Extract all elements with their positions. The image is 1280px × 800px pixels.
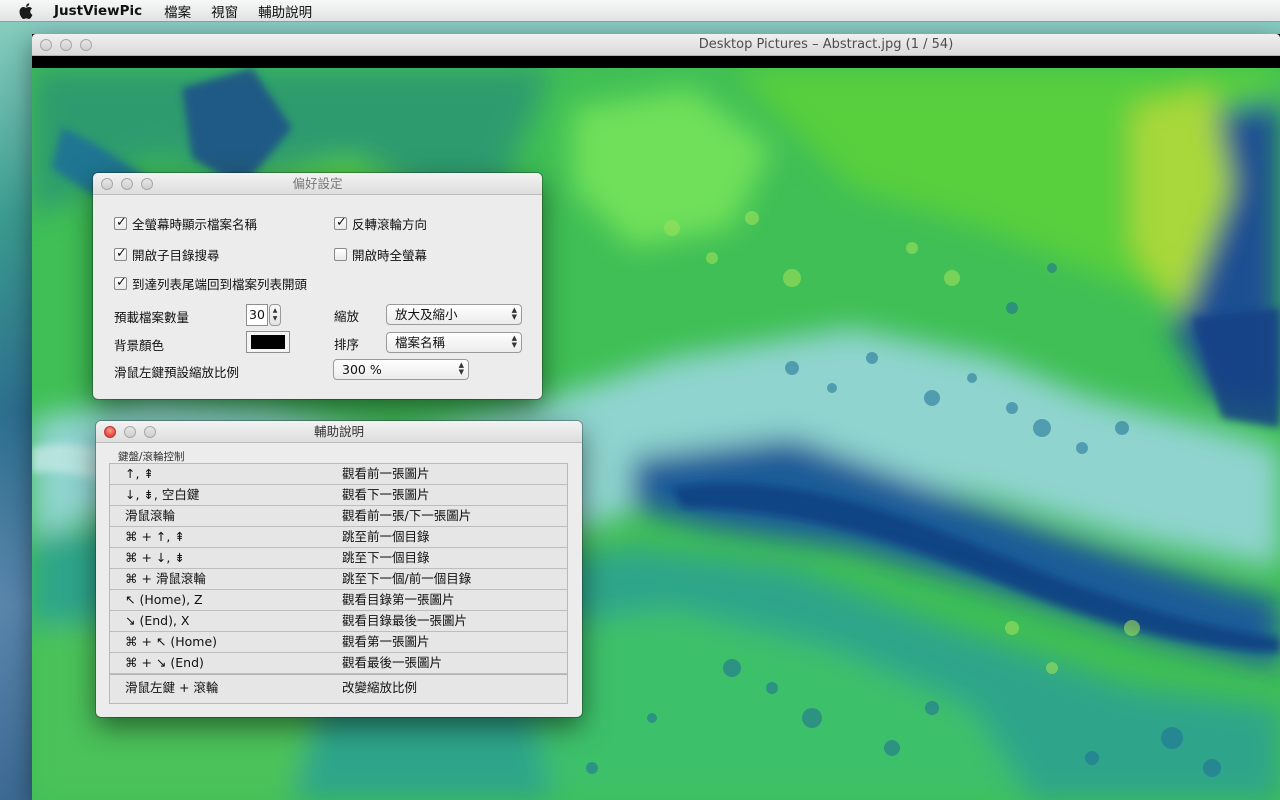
table-row: ↘ (End), X 觀看目錄最後一張圖片	[110, 611, 567, 632]
menu-app-name[interactable]: JustViewPic	[54, 3, 142, 19]
help-title: 輔助說明	[313, 424, 364, 439]
preferences-title: 偏好設定	[292, 176, 343, 191]
popup-arrows-icon: ▲ ▼	[511, 334, 517, 349]
background-color-well[interactable]	[246, 331, 290, 353]
checkbox-box[interactable]: ✓	[114, 246, 127, 261]
stepper-up-icon[interactable]: ▲	[273, 307, 278, 315]
checkbox-show-filename-fullscreen[interactable]: ✓ 全螢幕時顯示檔案名稱	[114, 214, 257, 233]
shortcut-desc: 改變縮放比例	[342, 680, 418, 695]
checkbox-box[interactable]: ✓	[334, 215, 347, 230]
table-row: ⌘ + ↑, ⇞ 跳至前一個目錄	[110, 527, 567, 548]
table-row: ⌘ + ↓, ⇟ 跳至下一個目錄	[110, 548, 567, 569]
shortcut-desc: 跳至下一個目錄	[342, 550, 430, 565]
viewer-title: Desktop Pictures – Abstract.jpg (1 / 54)	[698, 37, 954, 52]
menu-bar: JustViewPic 檔案 視窗 輔助說明	[0, 0, 1280, 22]
popup-arrows-icon: ▲ ▼	[511, 306, 517, 321]
checkbox-wrap-list[interactable]: ✓ 到達列表尾端回到檔案列表開頭	[114, 274, 307, 293]
shortcut-desc: 跳至前一個目錄	[342, 529, 430, 544]
checkbox-label: 全螢幕時顯示檔案名稱	[132, 217, 258, 232]
sort-popup[interactable]: 檔案名稱 ▲ ▼	[386, 332, 522, 353]
checkbox-box[interactable]: ✓	[114, 215, 127, 230]
table-row: 滑鼠滾輪 觀看前一張/下一張圖片	[110, 506, 567, 527]
zoom-mode-label: 縮放	[334, 309, 360, 324]
checkmark-icon: ✓	[116, 275, 127, 290]
table-row: ↑, ⇞ 觀看前一張圖片	[110, 464, 567, 485]
keyboard-group-label: 鍵盤/滾輪控制	[118, 451, 185, 463]
shortcut-desc: 觀看下一張圖片	[342, 487, 430, 502]
menu-window[interactable]: 視窗	[211, 1, 238, 21]
shortcut-key: 滑鼠左鍵 + 滾輪	[125, 680, 219, 695]
stepper-down-icon[interactable]: ▼	[273, 315, 278, 323]
checkbox-fullscreen-on-open[interactable]: 開啟時全螢幕	[334, 245, 427, 264]
click-zoom-value: 300 %	[342, 362, 382, 377]
shortcut-table: ↑, ⇞ 觀看前一張圖片 ↓, ⇟, 空白鍵 觀看下一張圖片 滑鼠滾輪 觀看前一張/下…	[109, 463, 568, 704]
table-row: ↖ (Home), Z 觀看目錄第一張圖片	[110, 590, 567, 611]
shortcut-key: ⌘ + ↖ (Home)	[125, 634, 218, 649]
shortcut-desc: 觀看目錄第一張圖片	[342, 592, 455, 607]
menu-file[interactable]: 檔案	[164, 1, 191, 21]
table-row: ↓, ⇟, 空白鍵 觀看下一張圖片	[110, 485, 567, 506]
checkbox-reverse-scroll[interactable]: ✓ 反轉滾輪方向	[334, 214, 427, 233]
checkmark-icon: ✓	[116, 246, 127, 261]
checkbox-box[interactable]	[334, 248, 347, 261]
checkbox-label: 開啟時全螢幕	[352, 248, 428, 263]
table-row: ⌘ + ↖ (Home) 觀看第一張圖片	[110, 632, 567, 653]
shortcut-desc: 觀看前一張/下一張圖片	[342, 508, 472, 523]
image-top-border	[32, 56, 1280, 68]
shortcut-key: ⌘ + 滑鼠滾輪	[125, 571, 206, 586]
shortcut-key: ↖ (Home), Z	[125, 592, 203, 607]
checkmark-icon: ✓	[116, 215, 127, 230]
zoom-mode-value: 放大及縮小	[395, 307, 458, 322]
shortcut-desc: 觀看第一張圖片	[342, 634, 430, 649]
help-panel: 輔助說明 鍵盤/滾輪控制 ↑, ⇞ 觀看前一張圖片 ↓, ⇟, 空白鍵 觀看下一張圖…	[96, 421, 582, 717]
click-zoom-label: 滑鼠左鍵預設縮放比例	[114, 365, 240, 380]
checkbox-label: 開啟子目錄搜尋	[132, 248, 220, 263]
shortcut-key: ⌘ + ↘ (End)	[125, 655, 204, 670]
shortcut-key: ↘ (End), X	[125, 613, 190, 628]
menu-help[interactable]: 輔助說明	[258, 1, 312, 21]
table-row: ⌘ + ↘ (End) 觀看最後一張圖片	[110, 653, 567, 674]
background-color-swatch	[251, 335, 285, 349]
shortcut-desc: 觀看目錄最後一張圖片	[342, 613, 468, 628]
shortcut-key: ↓, ⇟, 空白鍵	[125, 487, 200, 502]
shortcut-desc: 觀看最後一張圖片	[342, 655, 443, 670]
popup-arrows-icon: ▲ ▼	[458, 361, 464, 376]
preload-count-label: 預載檔案數量	[114, 310, 190, 325]
sort-label: 排序	[334, 337, 360, 352]
shortcut-key: ⌘ + ↓, ⇟	[125, 550, 185, 565]
checkbox-label: 到達列表尾端回到檔案列表開頭	[132, 277, 308, 292]
checkbox-label: 反轉滾輪方向	[352, 217, 428, 232]
preload-count-field[interactable]: 30	[246, 304, 268, 326]
table-row: 滑鼠左鍵 + 滾輪 改變縮放比例	[110, 674, 567, 700]
shortcut-desc: 跳至下一個/前一個目錄	[342, 571, 472, 586]
background-color-label: 背景顏色	[114, 338, 165, 353]
shortcut-key: ↑, ⇞	[125, 466, 154, 481]
sort-value: 檔案名稱	[395, 335, 446, 350]
preload-count-stepper[interactable]: ▲ ▼	[269, 304, 281, 326]
checkmark-icon: ✓	[336, 215, 347, 230]
click-zoom-popup[interactable]: 300 % ▲ ▼	[333, 359, 469, 380]
preferences-panel: 偏好設定 ✓ 全螢幕時顯示檔案名稱 ✓ 反轉滾輪方向 ✓ 開啟子目錄搜尋 開啟時…	[93, 173, 542, 399]
zoom-mode-popup[interactable]: 放大及縮小 ▲ ▼	[386, 304, 522, 325]
shortcut-key: ⌘ + ↑, ⇞	[125, 529, 185, 544]
shortcut-desc: 觀看前一張圖片	[342, 466, 430, 481]
desktop-background	[0, 22, 32, 800]
table-row: ⌘ + 滑鼠滾輪 跳至下一個/前一個目錄	[110, 569, 567, 590]
checkbox-subfolder-search[interactable]: ✓ 開啟子目錄搜尋	[114, 245, 220, 264]
apple-logo-icon[interactable]	[18, 2, 36, 20]
checkbox-box[interactable]: ✓	[114, 275, 127, 290]
shortcut-key: 滑鼠滾輪	[125, 508, 176, 523]
